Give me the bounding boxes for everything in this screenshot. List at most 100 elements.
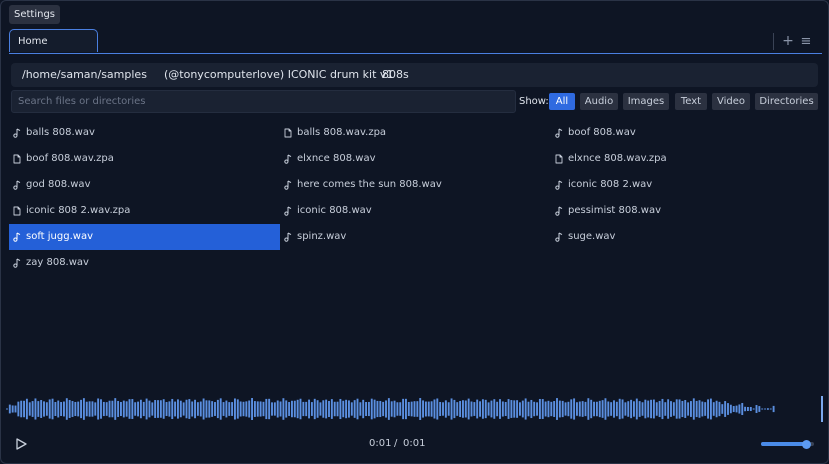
waveform-bar — [40, 400, 43, 418]
playhead[interactable] — [821, 396, 823, 422]
file-item[interactable]: iconic 808 2.wav — [551, 172, 822, 198]
waveform-bar — [598, 400, 601, 418]
waveform-bar — [6, 408, 8, 410]
waveform-bar — [222, 402, 225, 416]
filter-directories[interactable]: Directories — [755, 93, 818, 110]
waveform-bar — [544, 401, 547, 417]
file-item[interactable]: soft jugg.wav — [9, 224, 280, 250]
waveform-bar — [236, 399, 239, 419]
waveform-bar — [615, 401, 618, 417]
waveform-bar — [54, 402, 57, 416]
file-name: soft jugg.wav — [26, 231, 93, 242]
filter-audio[interactable]: Audio — [580, 93, 618, 110]
waveform-bar — [387, 398, 390, 420]
audio-file-icon — [284, 206, 292, 216]
waveform-bar — [613, 400, 615, 418]
waveform-bar — [8, 404, 11, 414]
tab-home[interactable]: Home — [9, 29, 98, 52]
breadcrumb-item-kit[interactable]: (@tonycomputerlove) ICONIC drum kit v1 — [164, 63, 393, 87]
waveform-bar — [692, 398, 695, 420]
waveform-bar — [131, 399, 134, 419]
waveform-bar — [464, 400, 467, 418]
breadcrumb: /home/saman/samples (@tonycomputerlove) … — [11, 63, 818, 87]
file-item[interactable]: boof 808.wav — [551, 120, 822, 146]
waveform-bar — [424, 401, 427, 417]
file-item[interactable]: god 808.wav — [9, 172, 280, 198]
file-item[interactable]: iconic 808.wav — [280, 198, 551, 224]
waveform-bar — [513, 400, 516, 418]
waveform-bar — [627, 401, 630, 417]
file-item[interactable]: balls 808.wav — [9, 120, 280, 146]
waveform-bar — [370, 398, 373, 420]
file-icon — [13, 154, 21, 164]
file-item[interactable]: boof 808.wav.zpa — [9, 146, 280, 172]
waveform-bar — [561, 400, 564, 418]
waveform-bar — [74, 401, 77, 417]
filter-video[interactable]: Video — [712, 93, 750, 110]
waveform-bar — [741, 402, 744, 416]
volume-slider-handle[interactable] — [801, 440, 811, 449]
tab-label: Home — [18, 36, 48, 47]
waveform[interactable] — [6, 393, 826, 425]
waveform-bar — [137, 401, 139, 417]
waveform-bar — [473, 402, 476, 416]
waveform-bar — [581, 401, 584, 417]
waveform-bar — [302, 401, 305, 417]
waveform-bar — [253, 401, 256, 417]
waveform-bar — [664, 402, 667, 416]
waveform-bar — [422, 400, 424, 418]
waveform-bar — [208, 400, 211, 418]
waveform-bar — [695, 400, 698, 418]
settings-button[interactable]: Settings — [9, 5, 61, 24]
file-item[interactable]: zay 808.wav — [9, 250, 280, 276]
waveform-bar — [174, 401, 177, 417]
waveform-bar — [672, 402, 675, 416]
waveform-bar — [493, 399, 496, 419]
waveform-bar — [550, 401, 553, 417]
waveform-bar — [28, 402, 31, 416]
file-item[interactable]: suge.wav — [551, 224, 822, 250]
filter-all[interactable]: All — [549, 93, 575, 110]
tab-separator — [773, 33, 774, 50]
waveform-bar — [481, 399, 484, 419]
play-icon[interactable] — [14, 437, 28, 451]
waveform-bar — [330, 399, 333, 419]
waveform-bar — [610, 402, 613, 416]
file-item[interactable]: pessimist 808.wav — [551, 198, 822, 224]
file-name: iconic 808 2.wav — [568, 179, 653, 190]
waveform-bar — [644, 399, 647, 419]
filter-text[interactable]: Text — [675, 93, 707, 110]
breadcrumb-item-samples[interactable]: /home/saman/samples — [22, 63, 147, 87]
add-tab-button[interactable]: + — [781, 33, 795, 50]
waveform-bar — [348, 400, 350, 418]
waveform-bar — [593, 401, 595, 417]
waveform-bar — [299, 398, 302, 420]
breadcrumb-item-808s[interactable]: 808s — [382, 63, 409, 87]
file-item[interactable]: elxnce 808.wav.zpa — [551, 146, 822, 172]
filter-images[interactable]: Images — [623, 93, 669, 110]
waveform-bar — [211, 401, 214, 417]
file-item[interactable]: elxnce 808.wav — [280, 146, 551, 172]
waveform-bar — [410, 401, 413, 417]
file-item[interactable]: here comes the sun 808.wav — [280, 172, 551, 198]
waveform-bar — [570, 399, 573, 419]
file-item[interactable]: spinz.wav — [280, 224, 551, 250]
audio-file-icon — [284, 180, 292, 190]
tab-menu-button[interactable]: ≡ — [799, 33, 813, 50]
waveform-bar — [157, 400, 159, 418]
waveform-bar — [467, 398, 470, 420]
audio-file-icon — [555, 180, 563, 190]
file-item[interactable]: balls 808.wav.zpa — [280, 120, 551, 146]
waveform-bar — [658, 400, 661, 418]
file-name: boof 808.wav.zpa — [26, 153, 114, 164]
waveform-bar — [650, 399, 652, 419]
waveform-bar — [567, 401, 570, 417]
waveform-bar — [245, 401, 248, 417]
waveform-bar — [772, 405, 775, 413]
waveform-bar — [744, 406, 747, 412]
file-item[interactable]: iconic 808 2.wav.zpa — [9, 198, 280, 224]
waveform-bar — [182, 402, 185, 416]
waveform-bar — [262, 401, 265, 417]
search-input[interactable] — [11, 90, 516, 113]
waveform-bar — [442, 402, 444, 416]
